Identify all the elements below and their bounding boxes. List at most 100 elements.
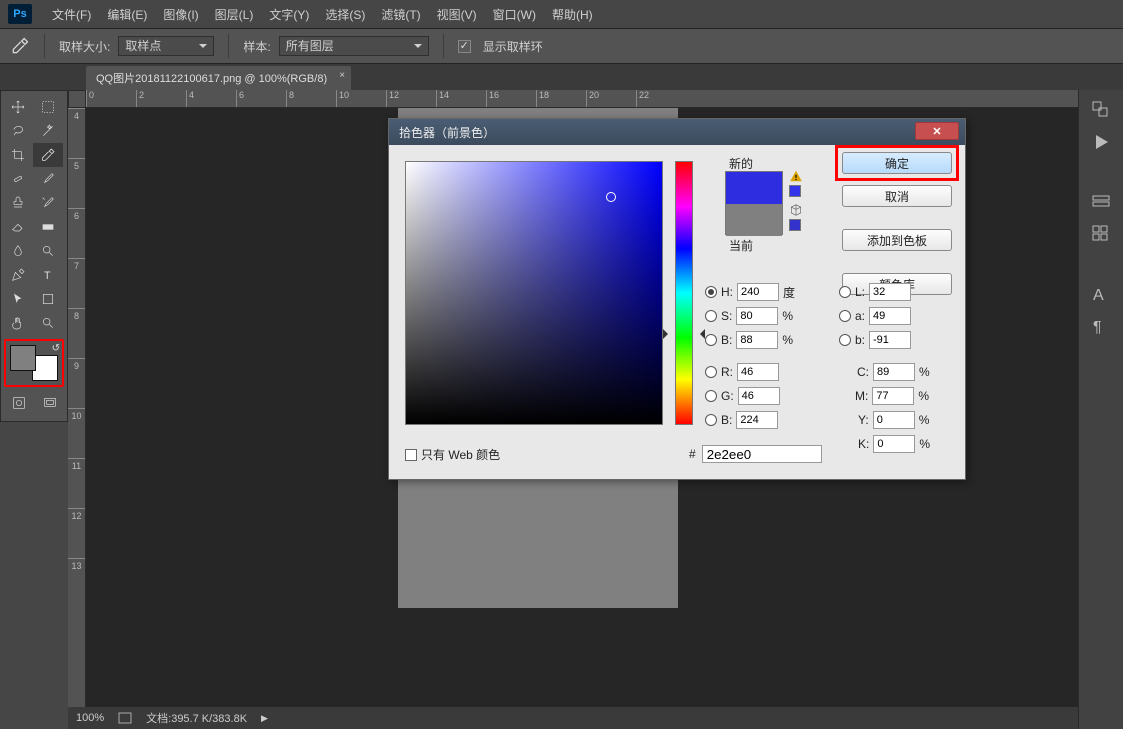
menu-view[interactable]: 视图(V): [429, 2, 485, 27]
svg-text:¶: ¶: [1093, 319, 1102, 336]
saturation-box[interactable]: [405, 161, 663, 425]
gamut-safe-swatch[interactable]: [789, 185, 801, 197]
swatches-panel-icon[interactable]: [1089, 222, 1113, 246]
cancel-button[interactable]: 取消: [842, 185, 952, 207]
dodge-tool[interactable]: [33, 239, 63, 263]
stamp-tool[interactable]: [3, 191, 33, 215]
a-input[interactable]: [869, 307, 911, 325]
foreground-swatch[interactable]: [10, 345, 36, 371]
h-radio[interactable]: [705, 286, 717, 298]
path-select-tool[interactable]: [3, 287, 33, 311]
l-input[interactable]: [869, 283, 911, 301]
menu-edit[interactable]: 编辑(E): [99, 2, 155, 27]
gamut-warning-icon[interactable]: [789, 169, 803, 183]
zoom-level[interactable]: 100%: [76, 712, 104, 724]
selection-tool[interactable]: [33, 95, 63, 119]
color-cursor[interactable]: [606, 192, 616, 202]
s-field: S: %: [705, 307, 793, 325]
r-input[interactable]: [737, 363, 779, 381]
zoom-tool[interactable]: [33, 311, 63, 335]
c-input[interactable]: [873, 363, 915, 381]
g-radio[interactable]: [705, 390, 717, 402]
b-rgb-radio[interactable]: [705, 414, 717, 426]
document-tab-title: QQ图片20181122100617.png @ 100%(RGB/8): [96, 73, 327, 85]
y-input[interactable]: [873, 411, 915, 429]
move-tool[interactable]: [3, 95, 33, 119]
s-input[interactable]: [736, 307, 778, 325]
screenmode-icon[interactable]: [35, 391, 65, 415]
a-field: a:: [839, 307, 911, 325]
l-radio[interactable]: [839, 286, 851, 298]
quickmask-icon[interactable]: [4, 391, 34, 415]
k-input[interactable]: [873, 435, 915, 453]
pen-tool[interactable]: [3, 263, 33, 287]
menu-type[interactable]: 文字(Y): [261, 2, 317, 27]
current-color-swatch[interactable]: [726, 204, 782, 236]
svg-text:A: A: [1093, 287, 1104, 304]
vertical-ruler: 45678910111213: [68, 108, 86, 707]
g-input[interactable]: [738, 387, 780, 405]
websafe-swatch[interactable]: [789, 219, 801, 231]
magic-wand-tool[interactable]: [33, 119, 63, 143]
dialog-title-bar[interactable]: 拾色器（前景色） ✕: [389, 119, 965, 145]
blur-tool[interactable]: [3, 239, 33, 263]
hand-tool[interactable]: [3, 311, 33, 335]
color-panel-icon[interactable]: [1089, 190, 1113, 214]
menu-select[interactable]: 选择(S): [317, 2, 373, 27]
sample-size-select[interactable]: 取样点: [118, 36, 214, 56]
type-tool[interactable]: T: [33, 263, 63, 287]
m-input[interactable]: [872, 387, 914, 405]
web-only-checkbox[interactable]: [405, 449, 417, 461]
ok-button-highlight: 确定: [835, 145, 959, 181]
r-radio[interactable]: [705, 366, 717, 378]
eraser-tool[interactable]: [3, 215, 33, 239]
web-colors-only: 只有 Web 颜色: [405, 446, 500, 463]
b-lab-input[interactable]: [869, 331, 911, 349]
ruler-corner: [68, 90, 86, 108]
shape-tool[interactable]: [33, 287, 63, 311]
foreground-background-colors[interactable]: ↺: [4, 339, 64, 387]
chevron-right-icon[interactable]: ▶: [261, 713, 268, 724]
healing-tool[interactable]: [3, 167, 33, 191]
swap-colors-icon[interactable]: ↺: [52, 343, 60, 354]
lasso-tool[interactable]: [3, 119, 33, 143]
menu-layer[interactable]: 图层(L): [207, 2, 262, 27]
horizontal-ruler: 0246810121416182022: [86, 90, 1078, 108]
history-panel-icon[interactable]: [1089, 98, 1113, 122]
current-color-label: 当前: [729, 237, 753, 254]
gradient-tool[interactable]: [33, 215, 63, 239]
menu-window[interactable]: 窗口(W): [485, 2, 544, 27]
h-input[interactable]: [737, 283, 779, 301]
b-hsb-input[interactable]: [736, 331, 778, 349]
ok-button[interactable]: 确定: [842, 152, 952, 174]
hex-input[interactable]: [702, 445, 822, 463]
menu-file[interactable]: 文件(F): [44, 2, 99, 27]
hex-field: #: [689, 445, 822, 463]
close-icon[interactable]: ×: [339, 70, 345, 81]
character-panel-icon[interactable]: A: [1089, 282, 1113, 306]
document-tab[interactable]: QQ图片20181122100617.png @ 100%(RGB/8) ×: [86, 66, 351, 90]
eyedropper-icon: [10, 36, 30, 56]
menu-image[interactable]: 图像(I): [155, 2, 206, 27]
brush-tool[interactable]: [33, 167, 63, 191]
show-ring-checkbox[interactable]: [458, 40, 471, 53]
cube-icon[interactable]: [789, 203, 803, 217]
paragraph-panel-icon[interactable]: ¶: [1089, 314, 1113, 338]
eyedropper-tool[interactable]: [33, 143, 63, 167]
menu-filter[interactable]: 滤镜(T): [373, 2, 428, 27]
b-lab-radio[interactable]: [839, 334, 851, 346]
b-rgb-input[interactable]: [736, 411, 778, 429]
menu-help[interactable]: 帮助(H): [544, 2, 601, 27]
a-radio[interactable]: [839, 310, 851, 322]
g-field: G:: [705, 387, 780, 405]
play-panel-icon[interactable]: [1089, 130, 1113, 154]
s-radio[interactable]: [705, 310, 717, 322]
crop-tool[interactable]: [3, 143, 33, 167]
close-button[interactable]: ✕: [915, 122, 959, 140]
add-swatch-button[interactable]: 添加到色板: [842, 229, 952, 251]
toolbox: T ↺: [0, 90, 68, 422]
history-brush-tool[interactable]: [33, 191, 63, 215]
r-field: R:: [705, 363, 779, 381]
sample-select[interactable]: 所有图层: [279, 36, 429, 56]
b-hsb-radio[interactable]: [705, 334, 717, 346]
